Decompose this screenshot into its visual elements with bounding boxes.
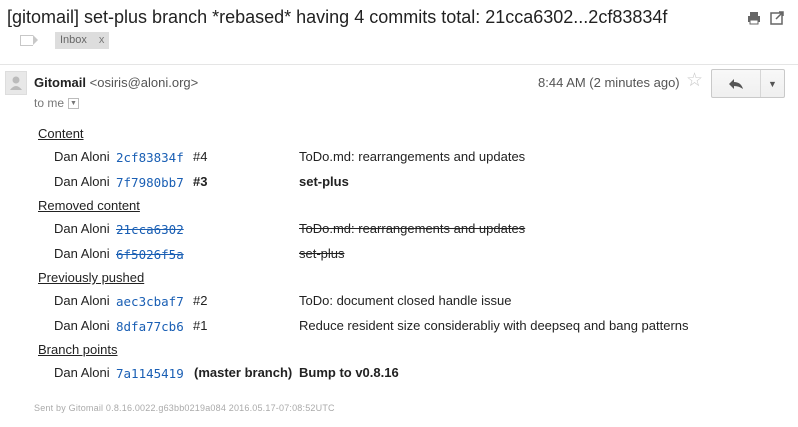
commit-author: Dan Aloni [54, 365, 110, 380]
commit-message: ToDo.md: rearrangements and updates [299, 221, 526, 236]
commit-author: Dan Aloni [54, 293, 110, 308]
section-content: Content [38, 126, 84, 141]
commit-hash-link[interactable]: 2cf83834f [116, 150, 184, 165]
message-time: 8:44 AM (2 minutes ago) [538, 75, 680, 90]
branch-ref: (master branch) [194, 365, 293, 380]
reply-icon [729, 78, 743, 89]
section-branch-points: Branch points [38, 342, 118, 357]
commit-message: set-plus [299, 174, 349, 189]
sender-name: Gitomail [34, 75, 87, 90]
sender-email: <osiris@aloni.org> [89, 75, 199, 90]
email-subject: [gitomail] set-plus branch *rebased* hav… [7, 7, 668, 27]
reply-button-group: ▼ [711, 69, 785, 98]
recipient-label: to me [34, 96, 65, 110]
commit-author: Dan Aloni [54, 174, 110, 189]
commit-hash-link[interactable]: 7a1145419 [116, 366, 184, 381]
commit-author: Dan Aloni [54, 318, 110, 333]
label-remove-button[interactable]: x [99, 34, 105, 46]
chevron-down-icon: ▼ [768, 78, 777, 89]
avatar-icon [5, 71, 27, 95]
commit-hash-link[interactable]: aec3cbaf7 [116, 294, 184, 309]
footer-signature: Sent by Gitomail 0.8.16.0022.g63bb0219a0… [34, 403, 335, 413]
recipient-details[interactable]: to me ▼ [34, 96, 80, 110]
commit-message: set-plus [299, 246, 345, 261]
commit-author: Dan Aloni [54, 149, 110, 164]
commit-message: ToDo: document closed handle issue [299, 293, 512, 308]
commit-hash-link[interactable]: 8dfa77cb6 [116, 319, 184, 334]
star-icon[interactable]: ☆ [686, 71, 703, 90]
commit-author: Dan Aloni [54, 221, 110, 236]
commit-index: #3 [193, 174, 208, 189]
sender[interactable]: Gitomail <osiris@aloni.org> [34, 75, 198, 90]
label-icon[interactable] [20, 35, 38, 46]
section-removed-content: Removed content [38, 198, 140, 213]
label-chip-inbox[interactable]: Inbox x [55, 32, 110, 49]
details-dropdown-icon[interactable]: ▼ [68, 97, 80, 109]
commit-index: #2 [193, 293, 208, 308]
commit-hash-link[interactable]: 6f5026f5a [116, 247, 184, 262]
commit-hash-link[interactable]: 21cca6302 [116, 222, 184, 237]
header-divider [0, 64, 798, 65]
section-previously-pushed: Previously pushed [38, 270, 145, 285]
commit-message: ToDo.md: rearrangements and updates [299, 149, 526, 164]
print-icon[interactable] [746, 10, 762, 26]
reply-button[interactable] [712, 70, 761, 97]
new-window-icon[interactable] [769, 10, 785, 26]
labels-row: Inbox x [20, 32, 110, 49]
more-actions-button[interactable]: ▼ [761, 70, 784, 97]
commit-message: Bump to v0.8.16 [299, 365, 399, 380]
commit-hash-link[interactable]: 7f7980bb7 [116, 175, 184, 190]
commit-index: #1 [193, 318, 208, 333]
commit-message: Reduce resident size considerabliy with … [299, 318, 689, 333]
label-chip-name: Inbox [60, 34, 87, 46]
commit-author: Dan Aloni [54, 246, 110, 261]
commit-index: #4 [193, 149, 208, 164]
